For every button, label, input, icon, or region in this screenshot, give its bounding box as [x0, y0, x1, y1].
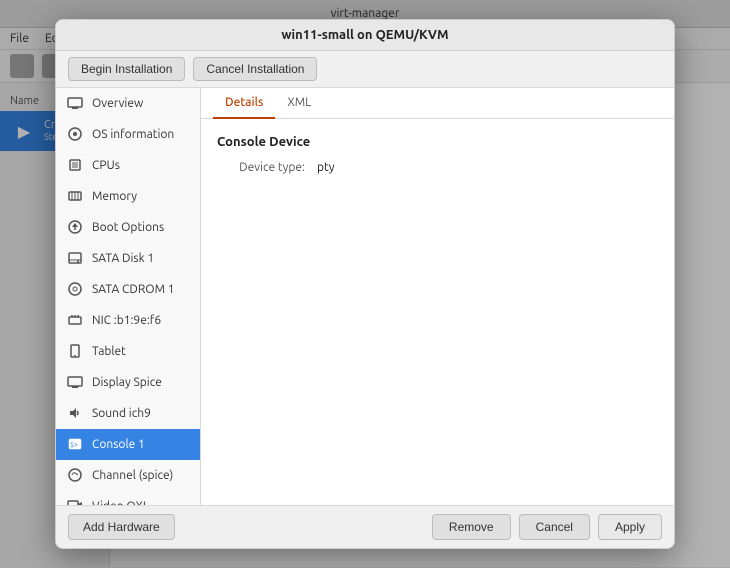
begin-installation-button[interactable]: Begin Installation	[68, 57, 185, 81]
sound-icon	[66, 404, 84, 422]
device-item-channel[interactable]: Channel (spice)	[56, 460, 200, 491]
device-label-console: Console 1	[92, 438, 145, 451]
console-icon: $>	[66, 435, 84, 453]
device-item-memory[interactable]: Memory	[56, 181, 200, 212]
device-label-cpus: CPUs	[92, 159, 120, 172]
add-hardware-button[interactable]: Add Hardware	[68, 514, 175, 540]
apply-button[interactable]: Apply	[598, 514, 662, 540]
device-label-os: OS information	[92, 128, 174, 141]
tab-details[interactable]: Details	[213, 88, 275, 119]
device-item-spice[interactable]: Display Spice	[56, 367, 200, 398]
memory-icon	[66, 187, 84, 205]
device-label-sound: Sound ich9	[92, 407, 151, 420]
detail-label-device-type: Device type:	[217, 161, 317, 174]
device-label-memory: Memory	[92, 190, 137, 203]
device-item-video[interactable]: Video QXL	[56, 491, 200, 505]
device-item-cdrom[interactable]: SATA CDROM 1	[56, 274, 200, 305]
device-label-boot: Boot Options	[92, 221, 164, 234]
detail-section-title: Console Device	[217, 135, 658, 149]
device-item-overview[interactable]: Overview	[56, 88, 200, 119]
modal-titlebar: win11-small on QEMU/KVM	[56, 20, 674, 51]
device-item-tablet[interactable]: Tablet	[56, 336, 200, 367]
os-icon	[66, 125, 84, 143]
modal-dialog: win11-small on QEMU/KVM Begin Installati…	[55, 19, 675, 549]
modal-toolbar: Begin Installation Cancel Installation	[56, 51, 674, 88]
modal-body: Overview OS information CPUs	[56, 88, 674, 505]
device-label-overview: Overview	[92, 97, 143, 110]
video-icon	[66, 497, 84, 505]
device-item-nic[interactable]: NIC :b1:9e:f6	[56, 305, 200, 336]
tablet-icon	[66, 342, 84, 360]
modal-footer: Add Hardware Remove Cancel Apply	[56, 505, 674, 548]
device-item-console[interactable]: $> Console 1	[56, 429, 200, 460]
footer-right-buttons: Remove Cancel Apply	[432, 514, 662, 540]
detail-area: Details XML Console Device Device type: …	[201, 88, 674, 505]
device-item-sound[interactable]: Sound ich9	[56, 398, 200, 429]
tab-xml[interactable]: XML	[275, 88, 323, 119]
detail-row-device-type: Device type: pty	[217, 161, 658, 174]
modal-overlay: win11-small on QEMU/KVM Begin Installati…	[0, 0, 730, 568]
device-label-cdrom: SATA CDROM 1	[92, 283, 175, 296]
boot-icon	[66, 218, 84, 236]
detail-value-device-type: pty	[317, 161, 335, 174]
detail-content: Console Device Device type: pty	[201, 119, 674, 505]
monitor-icon	[66, 94, 84, 112]
device-label-channel: Channel (spice)	[92, 469, 173, 482]
device-label-tablet: Tablet	[92, 345, 126, 358]
cdrom-icon	[66, 280, 84, 298]
channel-icon	[66, 466, 84, 484]
detail-tabs: Details XML	[201, 88, 674, 119]
modal-title: win11-small on QEMU/KVM	[281, 28, 448, 42]
cancel-installation-button[interactable]: Cancel Installation	[193, 57, 317, 81]
cancel-button[interactable]: Cancel	[519, 514, 590, 540]
device-item-os[interactable]: OS information	[56, 119, 200, 150]
spice-icon	[66, 373, 84, 391]
cpu-icon	[66, 156, 84, 174]
device-label-spice: Display Spice	[92, 376, 162, 389]
remove-button[interactable]: Remove	[432, 514, 511, 540]
nic-icon	[66, 311, 84, 329]
device-item-boot[interactable]: Boot Options	[56, 212, 200, 243]
disk-icon	[66, 249, 84, 267]
device-item-sata1[interactable]: SATA Disk 1	[56, 243, 200, 274]
device-label-sata1: SATA Disk 1	[92, 252, 154, 265]
svg-text:$>: $>	[70, 441, 78, 449]
device-item-cpus[interactable]: CPUs	[56, 150, 200, 181]
device-list: Overview OS information CPUs	[56, 88, 201, 505]
device-label-nic: NIC :b1:9e:f6	[92, 314, 161, 327]
